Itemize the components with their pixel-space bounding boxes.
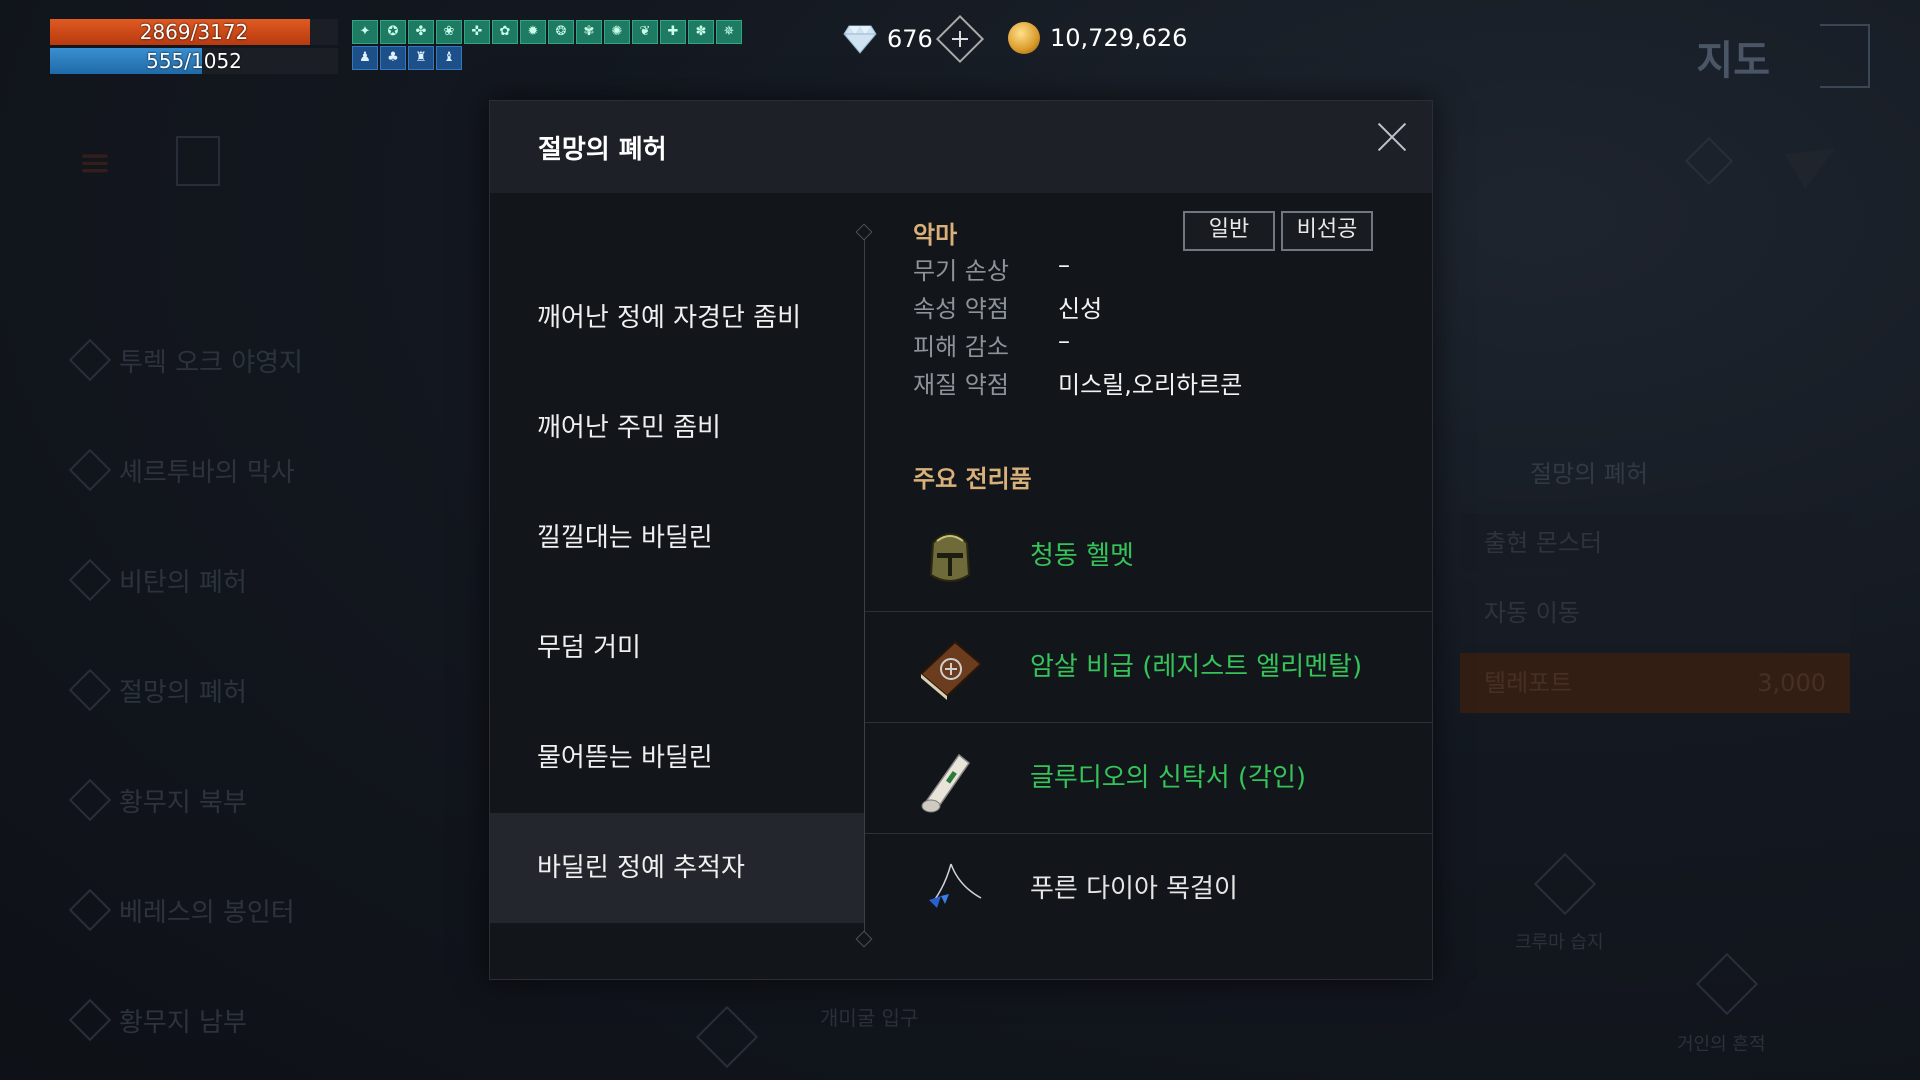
buff-icon[interactable]: ❀ [436,20,462,44]
buff-icon[interactable]: ♝ [436,46,462,70]
mp-text: 555/1052 [146,49,242,73]
buff-icon[interactable]: ✚ [660,20,686,44]
aggro-type-tag: 일반 [1183,211,1275,251]
stat-label: 무기 손상 [913,257,1009,285]
status-bars: 2869/3172 555/1052 [50,19,338,77]
hp-text: 2869/3172 [139,20,249,44]
loot-name: 청동 헬멧 [1030,541,1134,571]
loot-title: 주요 전리품 [913,465,1032,493]
necklace-icon [929,863,982,908]
gold-amount: 10,729,626 [1050,24,1188,52]
buff-icon[interactable]: ✹ [520,20,546,44]
monster-list-item[interactable]: 바딜린 정예 추적자 [490,813,864,923]
monster-list: 깨어난 정예 자경단 좀비 깨어난 주민 좀비 낄낄대는 바딜린 무덤 거미 물어뜯는 … [490,263,864,923]
buff-icon[interactable]: ✿ [492,20,518,44]
buff-bar: ✦ ✪ ✤ ❀ ✜ ✿ ✹ ❂ ✾ ✺ ❦ ✚ ✽ ✵ ♟ ♣ ♜ ♝ [352,20,742,72]
close-icon[interactable] [1374,119,1410,155]
stat-value: 신성 [1058,295,1103,323]
buff-icon[interactable]: ♣ [380,46,406,70]
race-label: 악마 [913,221,958,249]
monster-info-dialog: 절망의 폐허 깨어난 정예 자경단 좀비 깨어난 주민 좀비 낄낄대는 바딜린 무덤 … [489,100,1433,980]
dialog-header: 절망의 폐허 [490,101,1432,193]
mp-bar: 555/1052 [50,48,338,74]
monster-list-item[interactable]: 깨어난 주민 좀비 [490,373,864,483]
diamond-amount: 676 [887,25,933,53]
buff-icon[interactable]: ✵ [716,20,742,44]
monster-list-item[interactable]: 깨어난 정예 자경단 좀비 [490,263,864,373]
scroll-icon [921,753,971,813]
exit-map-icon[interactable] [1820,24,1870,88]
dialog-title: 절망의 폐허 [538,135,667,165]
buff-icon[interactable]: ✾ [576,20,602,44]
buff-icon[interactable]: ❦ [632,20,658,44]
loot-name: 암살 비급 (레지스트 엘리멘탈) [1030,652,1363,682]
buff-row: ✦ ✪ ✤ ❀ ✜ ✿ ✹ ❂ ✾ ✺ ❦ ✚ ✽ ✵ [352,20,742,44]
loot-name: 푸른 다이아 목걸이 [1030,874,1238,904]
helmet-icon [929,533,971,582]
gold-currency: 10,729,626 [1008,22,1187,54]
add-diamond-button[interactable] [935,14,984,64]
monster-list-item[interactable]: 낄낄대는 바딜린 [490,483,864,593]
buff-icon[interactable]: ♟ [352,46,378,70]
stat-label: 재질 약점 [913,371,1009,399]
buff-icon[interactable]: ❂ [548,20,574,44]
buff-row: ♟ ♣ ♜ ♝ [352,46,742,70]
stat-value: – [1058,327,1070,355]
buff-icon[interactable]: ✪ [380,20,406,44]
monster-list-item[interactable]: 무덤 거미 [490,593,864,703]
monster-list-item[interactable]: 물어뜯는 바딜린 [490,703,864,813]
divider-ornament-icon [855,223,873,241]
loot-item[interactable]: 청동 헬멧 [865,501,1432,612]
gold-coin-icon [1008,22,1040,54]
loot-name: 글루디오의 신탁서 (각인) [1030,763,1307,793]
buff-icon[interactable]: ✦ [352,20,378,44]
map-title: 지도 [1696,38,1770,84]
attitude-tag: 비선공 [1281,211,1373,251]
buff-icon[interactable]: ✤ [408,20,434,44]
buff-icon[interactable]: ✜ [464,20,490,44]
loot-item[interactable]: 글루디오의 신탁서 (각인) [865,723,1432,834]
stat-label: 속성 약점 [913,295,1009,323]
spellbook-icon [919,640,983,700]
diamond-currency: 676 [843,14,984,64]
loot-item[interactable]: 암살 비급 (레지스트 엘리멘탈) [865,612,1432,723]
stat-value: 미스릴,오리하르콘 [1058,371,1243,399]
buff-icon[interactable]: ✺ [604,20,630,44]
diamond-icon [843,25,877,54]
loot-item[interactable]: 푸른 다이아 목걸이 [865,834,1432,944]
stat-value: – [1058,251,1070,279]
buff-icon[interactable]: ♜ [408,46,434,70]
stat-label: 피해 감소 [913,333,1009,361]
buff-icon[interactable]: ✽ [688,20,714,44]
hp-bar: 2869/3172 [50,19,338,45]
